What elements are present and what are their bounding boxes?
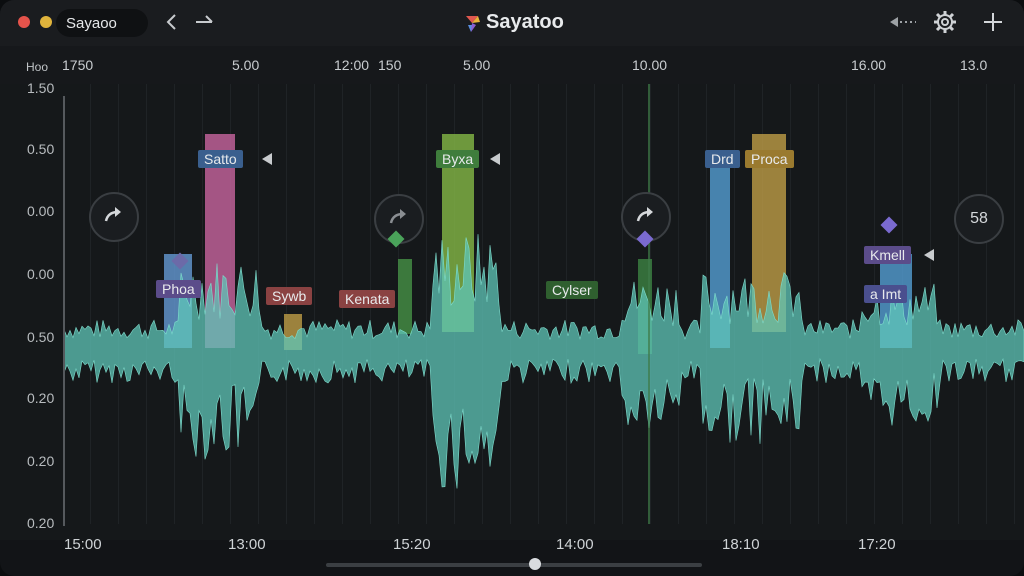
grid-line	[90, 84, 91, 524]
marker-label-kmell[interactable]: Kmell	[864, 246, 912, 264]
marker-label-kenata[interactable]: Kenata	[339, 290, 396, 308]
marker-label-satto[interactable]: Satto	[198, 150, 243, 168]
add-button[interactable]	[978, 8, 1008, 36]
app-logo-icon	[466, 16, 480, 32]
ruler-label: 5.00	[232, 57, 260, 73]
grid-line	[146, 84, 147, 524]
marker-pointer-icon	[924, 249, 934, 261]
grid-line	[314, 84, 315, 524]
grid-line	[958, 84, 959, 524]
settings-button[interactable]	[930, 8, 960, 36]
redo-arrow-icon	[104, 207, 121, 222]
redo-button[interactable]	[89, 192, 139, 242]
app-title: Sayatoo	[486, 11, 564, 33]
grid-line	[986, 84, 987, 524]
y-axis-label: 1.50	[27, 80, 55, 96]
grid-line	[874, 84, 875, 524]
count-button-label: 58	[970, 210, 988, 227]
playhead-line	[648, 84, 650, 524]
y-axis-label: 0.20	[27, 390, 55, 406]
grid-line	[846, 84, 847, 524]
y-axis-label: 0.20	[27, 515, 55, 531]
marker-pointer-icon	[490, 153, 500, 165]
marker-label-aimt[interactable]: a Imt	[864, 285, 908, 303]
plus-icon	[984, 13, 1002, 31]
document-tab[interactable]: Sayaoo	[56, 9, 148, 37]
grid-line	[678, 84, 679, 524]
grid-line	[118, 84, 119, 524]
grid-line	[622, 84, 623, 524]
ruler-label: 13.0	[960, 57, 988, 73]
marker-label-proca[interactable]: Proca	[745, 150, 794, 168]
rewind-icon	[890, 17, 916, 27]
marker-label-byxa[interactable]: Byxa	[436, 150, 480, 168]
timeline-scroll-thumb[interactable]	[529, 558, 541, 570]
marker-label-phoa[interactable]: Phoa	[156, 280, 201, 298]
timeline-scrollbar[interactable]	[326, 563, 702, 567]
grid-line	[594, 84, 595, 524]
ruler-label: 5.00	[463, 57, 491, 73]
ruler-label: 12:00	[334, 57, 370, 73]
ruler-left-label: Hoo	[26, 60, 49, 74]
back-button[interactable]	[160, 10, 184, 34]
document-tab-label: Sayaoo	[66, 15, 117, 32]
y-axis-label: 0.50	[27, 141, 55, 157]
x-axis-label: 13:00	[228, 536, 266, 553]
marker-label-sywb[interactable]: Sywb	[266, 287, 313, 305]
y-axis-label: 0.20	[27, 453, 55, 469]
waveform-canvas[interactable]	[0, 84, 1024, 540]
x-axis-label: 17:20	[858, 536, 896, 553]
grid-line	[1014, 84, 1015, 524]
ruler-label: 1750	[62, 57, 94, 73]
x-axis-label: 18:10	[722, 536, 760, 553]
marker-label-drd[interactable]: Drd	[705, 150, 740, 168]
grid-line	[818, 84, 819, 524]
marker-label-cylser[interactable]: Cylser	[546, 281, 598, 299]
forward-button[interactable]	[192, 10, 216, 34]
forward-arrow-icon	[196, 15, 213, 23]
highlight-bar	[398, 259, 412, 334]
grid-line	[538, 84, 539, 524]
x-axis-label: 15:20	[393, 536, 431, 553]
y-axis-line	[63, 96, 65, 526]
marker-pointer-icon	[262, 153, 272, 165]
y-axis-label: 0.50	[27, 329, 55, 345]
x-axis-label: 15:00	[64, 536, 102, 553]
grid-line	[510, 84, 511, 524]
grid-line	[566, 84, 567, 524]
y-axis-label: 0.00	[27, 266, 55, 282]
y-axis-label: 0.00	[27, 203, 55, 219]
timeline-ruler[interactable]: Hoo 1750 5.00 12:00 150 5.00 10.00 16.00…	[0, 46, 1024, 84]
app-window: Sayaoo Sayatoo Hoo 1750 5.00 12:00 150 5…	[0, 0, 1024, 576]
gear-icon	[934, 11, 956, 33]
close-window-button[interactable]	[18, 16, 30, 28]
title-bar: Sayaoo Sayatoo	[0, 0, 1024, 46]
grid-line	[426, 84, 427, 524]
ruler-label: 16.00	[851, 57, 887, 73]
count-button[interactable]: 58	[954, 194, 1004, 244]
ruler-label: 150	[378, 57, 402, 73]
back-arrow-icon	[166, 14, 176, 30]
rewind-button[interactable]	[886, 8, 920, 36]
minimize-window-button[interactable]	[40, 16, 52, 28]
x-axis-label: 14:00	[556, 536, 594, 553]
ruler-label: 10.00	[632, 57, 668, 73]
